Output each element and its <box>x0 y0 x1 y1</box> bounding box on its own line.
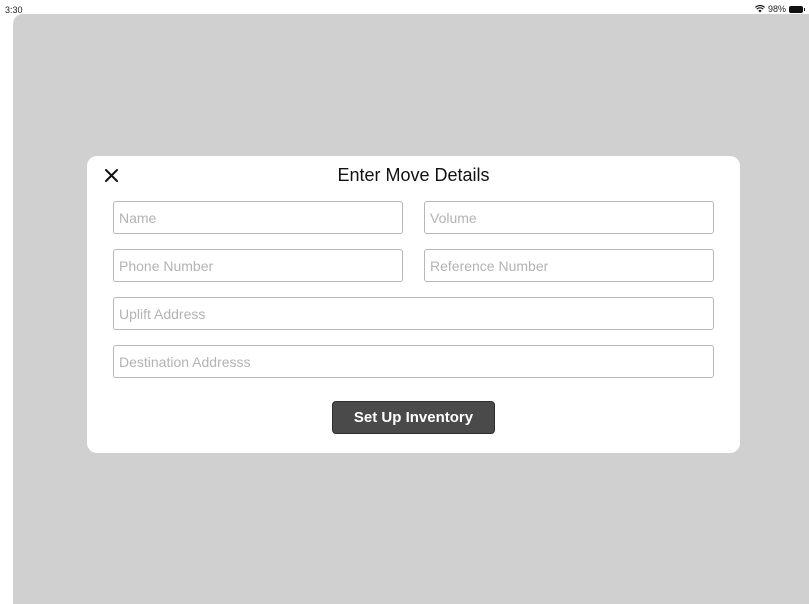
set-up-inventory-button[interactable]: Set Up Inventory <box>332 401 495 434</box>
phone-number-input[interactable] <box>113 249 403 282</box>
destination-address-input[interactable] <box>113 345 714 378</box>
move-details-modal: Enter Move Details Set Up Inventory <box>87 156 740 453</box>
reference-number-input[interactable] <box>424 249 714 282</box>
device-screen: 3:30 98% Enter Move Details Name Volume … <box>0 0 809 604</box>
uplift-address-input[interactable] <box>113 297 714 330</box>
wifi-icon <box>754 5 765 13</box>
battery-icon <box>789 5 805 13</box>
status-indicators: 98% <box>754 4 805 14</box>
battery-percent: 98% <box>767 4 786 14</box>
name-input[interactable] <box>113 201 403 234</box>
modal-title: Enter Move Details <box>337 165 490 185</box>
volume-input[interactable] <box>424 201 714 234</box>
